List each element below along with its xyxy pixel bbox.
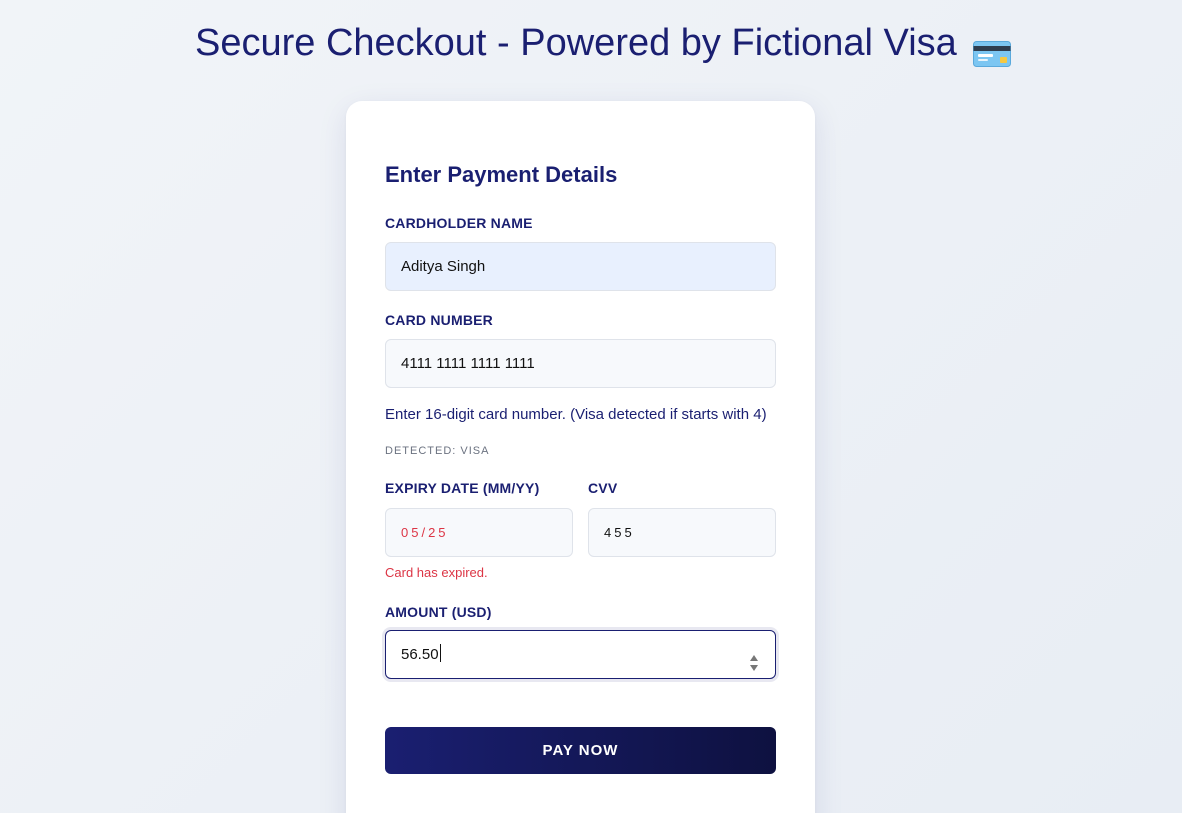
amount-label: AMOUNT (USD) [385, 604, 492, 620]
form-heading: Enter Payment Details [385, 162, 618, 187]
page-title-text: Secure Checkout - Powered by Fictional V… [195, 22, 957, 64]
payment-form-card: Enter Payment Details CARDHOLDER NAME Ad… [346, 101, 815, 813]
detected-card-type: DETECTED: VISA [385, 445, 490, 457]
card-number-label: CARD NUMBER [385, 312, 493, 328]
card-number-input[interactable]: 4111 1111 1111 1111 [385, 339, 776, 388]
cardholder-name-input[interactable]: Aditya Singh [385, 242, 776, 291]
text-caret [439, 644, 441, 662]
card-number-helper: Enter 16-digit card number. (Visa detect… [385, 406, 767, 423]
amount-value: 56.50 [401, 646, 439, 663]
cardholder-name-label: CARDHOLDER NAME [385, 215, 533, 231]
expiry-error-message: Card has expired. [385, 565, 488, 580]
pay-now-button[interactable]: PAY NOW [385, 727, 776, 774]
cvv-input[interactable]: 455 [588, 508, 776, 557]
number-spinner-icon[interactable] [749, 645, 759, 671]
expiry-date-label: EXPIRY DATE (MM/YY) [385, 480, 540, 496]
credit-card-icon [972, 32, 1011, 67]
expiry-date-input[interactable]: 05/25 [385, 508, 573, 557]
amount-input[interactable]: 56.50 [385, 630, 776, 679]
page-title: Secure Checkout - Powered by Fictional V… [195, 20, 1011, 67]
cvv-label: CVV [588, 480, 618, 496]
